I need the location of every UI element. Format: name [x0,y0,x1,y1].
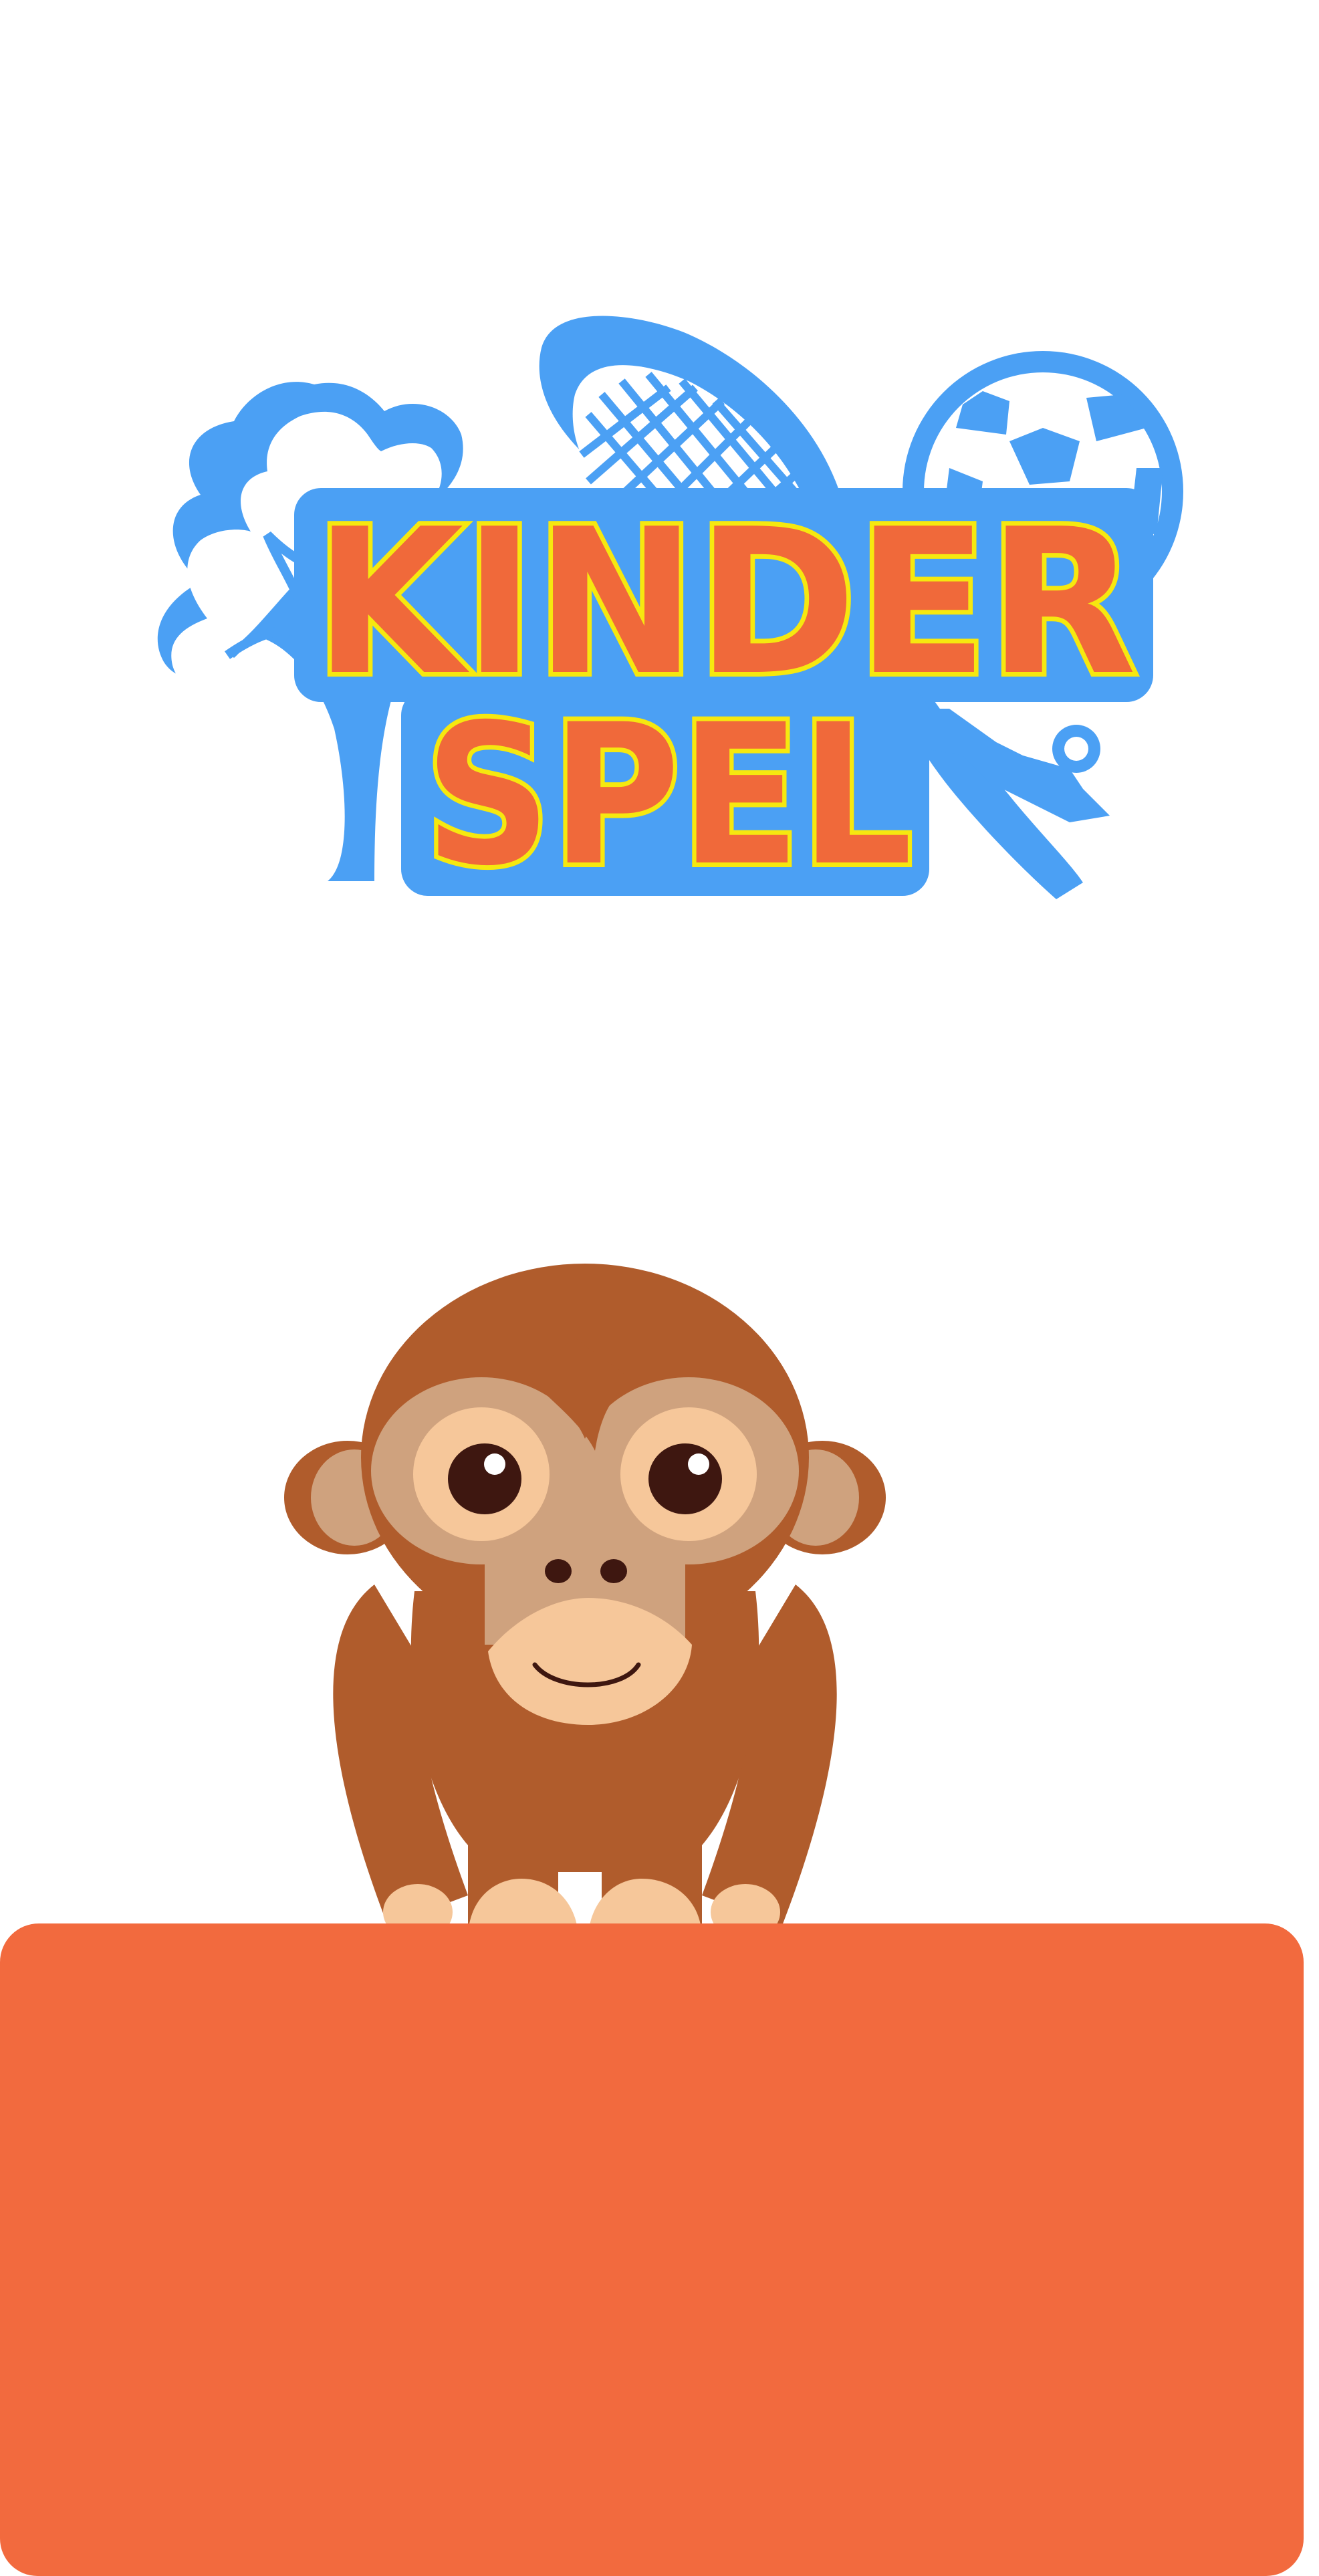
monkey-mascot [284,1264,886,1940]
monkey-eye-right [648,1443,722,1514]
content-panel [0,1923,1304,2576]
logo-word-spel: SPEL [425,683,913,909]
monkey-eye-left [448,1443,521,1514]
kinderspel-logo: KINDER SPEL [157,316,1183,913]
